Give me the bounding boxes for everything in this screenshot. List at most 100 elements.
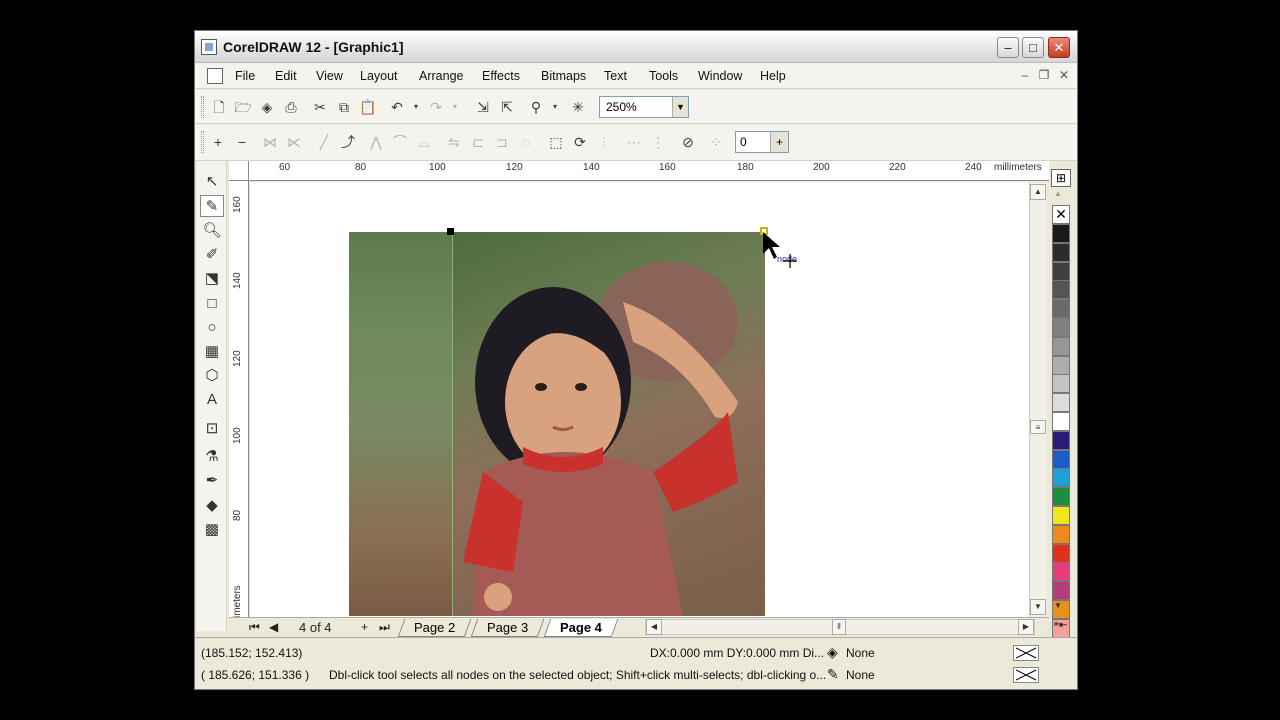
first-page-icon[interactable]: ⏮ [249, 620, 260, 635]
chevron-down-icon[interactable]: ▼ [672, 97, 688, 117]
reverse-direction-icon[interactable]: ⇋ [445, 133, 463, 151]
zoom-level-select[interactable]: 250% ▼ [599, 96, 689, 118]
color-swatch[interactable] [1052, 506, 1070, 525]
export-icon[interactable]: ⇱ [498, 98, 516, 116]
symmetrical-node-icon[interactable]: ⌓ [415, 133, 433, 151]
join-nodes-icon[interactable]: ⋈ [261, 133, 279, 151]
color-swatch[interactable] [1052, 393, 1070, 413]
color-swatch[interactable] [1052, 412, 1070, 431]
extend-curve-icon[interactable]: ⊏ [469, 133, 487, 151]
break-curve-icon[interactable]: ⋉ [285, 133, 303, 151]
undo-icon[interactable]: ↶ [388, 98, 406, 116]
extract-subpath-icon[interactable]: ⊐ [493, 133, 511, 151]
horizontal-scroll-thumb[interactable]: ⦀ [832, 619, 846, 635]
add-page-icon[interactable]: + [361, 620, 368, 634]
import-icon[interactable]: ⇲ [474, 98, 492, 116]
tab-page-4[interactable]: Page 4 [543, 619, 619, 637]
color-swatch[interactable] [1052, 299, 1070, 319]
menu-help[interactable]: Help [760, 69, 786, 83]
graph-paper-tool-icon[interactable]: ▦ [200, 341, 224, 363]
color-swatch[interactable] [1052, 224, 1070, 243]
fill-color-box[interactable] [1013, 645, 1039, 661]
navigator-icon[interactable]: ⇤ [1059, 620, 1067, 631]
application-launcher-icon[interactable]: ⚲ [527, 98, 545, 116]
toolbar-grip[interactable] [201, 96, 204, 118]
color-swatch[interactable] [1052, 449, 1070, 469]
node-handle[interactable] [447, 228, 454, 235]
menu-view[interactable]: View [316, 69, 343, 83]
launcher-dropdown-icon[interactable]: ▾ [546, 98, 564, 116]
smart-fill-tool-icon[interactable]: ⬔ [200, 268, 224, 290]
document-icon[interactable] [207, 68, 223, 84]
palette-scroll-down-icon[interactable]: ▼ [1054, 601, 1062, 610]
minimize-button[interactable]: – [997, 37, 1019, 58]
color-swatch[interactable] [1052, 468, 1070, 488]
ellipse-tool-icon[interactable]: ○ [200, 317, 224, 339]
color-swatch[interactable] [1052, 336, 1070, 356]
horizontal-ruler[interactable]: 60 80 100 120 140 160 180 200 220 240 mi… [249, 161, 1049, 181]
color-swatch[interactable] [1052, 318, 1070, 337]
color-swatch[interactable] [1052, 581, 1070, 601]
color-swatch[interactable] [1052, 280, 1070, 300]
pick-tool-icon[interactable]: ↖ [200, 171, 224, 193]
horizontal-scrollbar[interactable]: ◀ ⦀ ▶ [645, 619, 1035, 635]
auto-close-icon[interactable]: ◌ [517, 133, 535, 151]
fill-tool-icon[interactable]: ◆ [200, 495, 224, 517]
palette-scroll-up-icon[interactable]: ▲ [1054, 189, 1062, 198]
elastic-mode-icon[interactable]: ⋯ [625, 133, 643, 151]
smooth-node-icon[interactable]: ⌒ [391, 133, 409, 151]
last-page-icon[interactable]: ⏭ [379, 620, 390, 635]
text-tool-icon[interactable]: A [200, 389, 224, 411]
color-swatch[interactable] [1052, 524, 1070, 544]
vertical-scroll-thumb[interactable]: ≡ [1030, 420, 1046, 434]
menu-tools[interactable]: Tools [649, 69, 678, 83]
vertical-ruler[interactable]: 160 140 120 100 80 millimeters [229, 181, 249, 636]
cut-icon[interactable]: ✂ [311, 98, 329, 116]
cusp-node-icon[interactable]: ⋀ [367, 133, 385, 151]
color-swatch[interactable] [1052, 355, 1070, 375]
save-icon[interactable]: ◈ [258, 98, 276, 116]
menu-arrange[interactable]: Arrange [419, 69, 463, 83]
color-swatch[interactable] [1052, 562, 1070, 582]
plus-icon[interactable]: + [770, 132, 788, 152]
new-document-icon[interactable]: 🗋 [210, 98, 228, 116]
previous-page-icon[interactable]: ◀ [269, 620, 278, 634]
doc-restore-icon[interactable]: ❐ [1036, 67, 1052, 83]
color-swatch[interactable] [1052, 242, 1070, 262]
paste-icon[interactable]: 📋 [359, 98, 377, 116]
scroll-up-icon[interactable]: ▲ [1030, 184, 1046, 200]
add-node-icon[interactable]: + [209, 133, 227, 151]
menu-bitmaps[interactable]: Bitmaps [541, 69, 586, 83]
color-swatch[interactable] [1052, 374, 1070, 394]
stretch-scale-nodes-icon[interactable]: ⬚ [547, 133, 565, 151]
close-button[interactable]: ✕ [1048, 37, 1070, 58]
redo-icon[interactable]: ↷ [427, 98, 445, 116]
doc-minimize-icon[interactable]: – [1017, 67, 1033, 83]
bitmap-left-region[interactable] [349, 232, 452, 616]
menu-edit[interactable]: Edit [275, 69, 297, 83]
redo-dropdown-icon[interactable]: ▾ [446, 98, 464, 116]
open-icon[interactable]: 🗁 [234, 98, 252, 116]
convert-to-curve-icon[interactable]: ⤴ [339, 133, 357, 151]
color-swatch[interactable] [1052, 487, 1070, 507]
reduce-nodes-icon[interactable]: ⊘ [679, 133, 697, 151]
scroll-right-icon[interactable]: ▶ [1018, 619, 1034, 635]
interactive-blend-tool-icon[interactable]: ⊡ [200, 418, 224, 440]
menu-window[interactable]: Window [698, 69, 742, 83]
outline-tool-icon[interactable]: ✒ [200, 470, 224, 492]
interactive-fill-tool-icon[interactable]: ▩ [200, 519, 224, 541]
delete-node-icon[interactable]: − [233, 133, 251, 151]
undo-dropdown-icon[interactable]: ▾ [407, 98, 425, 116]
shape-tool-icon[interactable]: ✎ [200, 195, 224, 217]
print-icon[interactable]: ⎙ [282, 98, 300, 116]
color-swatch[interactable] [1052, 430, 1070, 450]
freehand-tool-icon[interactable]: ✐ [200, 244, 224, 266]
basic-shapes-tool-icon[interactable]: ⬡ [200, 365, 224, 387]
eyedropper-tool-icon[interactable]: ⚗ [200, 446, 224, 468]
title-bar[interactable]: CorelDRAW 12 - [Graphic1] – □ ✕ [195, 31, 1077, 63]
vertical-scrollbar[interactable]: ▲ ≡ ▼ [1029, 182, 1047, 617]
menu-file[interactable]: File [235, 69, 255, 83]
tab-page-2[interactable]: Page 2 [397, 619, 472, 637]
outline-color-box[interactable] [1013, 667, 1039, 683]
menu-text[interactable]: Text [604, 69, 627, 83]
